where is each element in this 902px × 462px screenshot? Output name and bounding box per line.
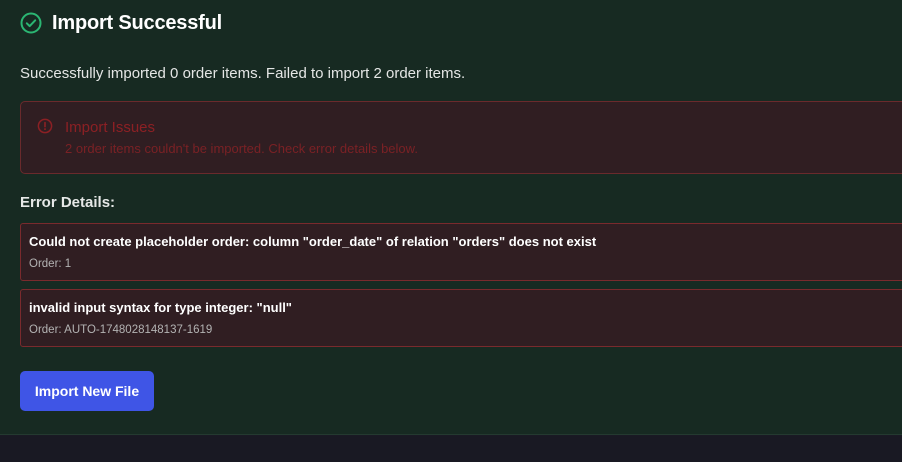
error-item: Could not create placeholder order: colu… <box>20 223 902 281</box>
error-message: invalid input syntax for type integer: "… <box>29 300 292 315</box>
error-details-heading: Error Details: <box>20 194 116 211</box>
alert-circle-icon <box>37 118 53 134</box>
error-item: invalid input syntax for type integer: "… <box>20 289 902 347</box>
issues-description: 2 order items couldn't be imported. Chec… <box>65 141 418 156</box>
page-title: Import Successful <box>52 11 222 34</box>
error-message: Could not create placeholder order: colu… <box>29 234 597 249</box>
import-result-panel: Import Successful Successfully imported … <box>0 0 902 435</box>
footer-bar <box>0 436 902 462</box>
check-circle-icon <box>20 12 42 34</box>
result-header: Import Successful <box>20 11 222 35</box>
import-issues-alert: Import Issues 2 order items couldn't be … <box>20 101 902 174</box>
import-summary: Successfully imported 0 order items. Fai… <box>20 65 466 82</box>
import-new-file-button[interactable]: Import New File <box>20 371 154 411</box>
error-order-ref: Order: AUTO-1748028148137-1619 <box>29 324 213 336</box>
issues-title: Import Issues <box>65 119 156 136</box>
error-order-ref: Order: 1 <box>29 258 72 270</box>
